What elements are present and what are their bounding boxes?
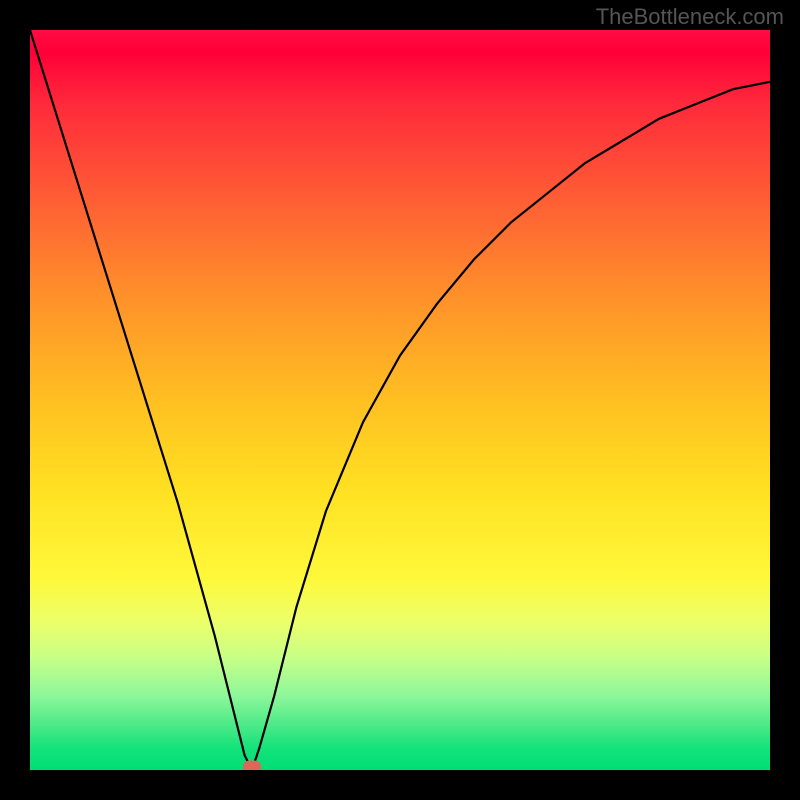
- bottleneck-curve: [30, 30, 770, 770]
- chart-frame: [0, 0, 800, 800]
- curve-svg: [30, 30, 770, 770]
- optimum-marker: [243, 761, 261, 771]
- watermark-text: TheBottleneck.com: [596, 4, 784, 30]
- chart-area: [30, 30, 770, 770]
